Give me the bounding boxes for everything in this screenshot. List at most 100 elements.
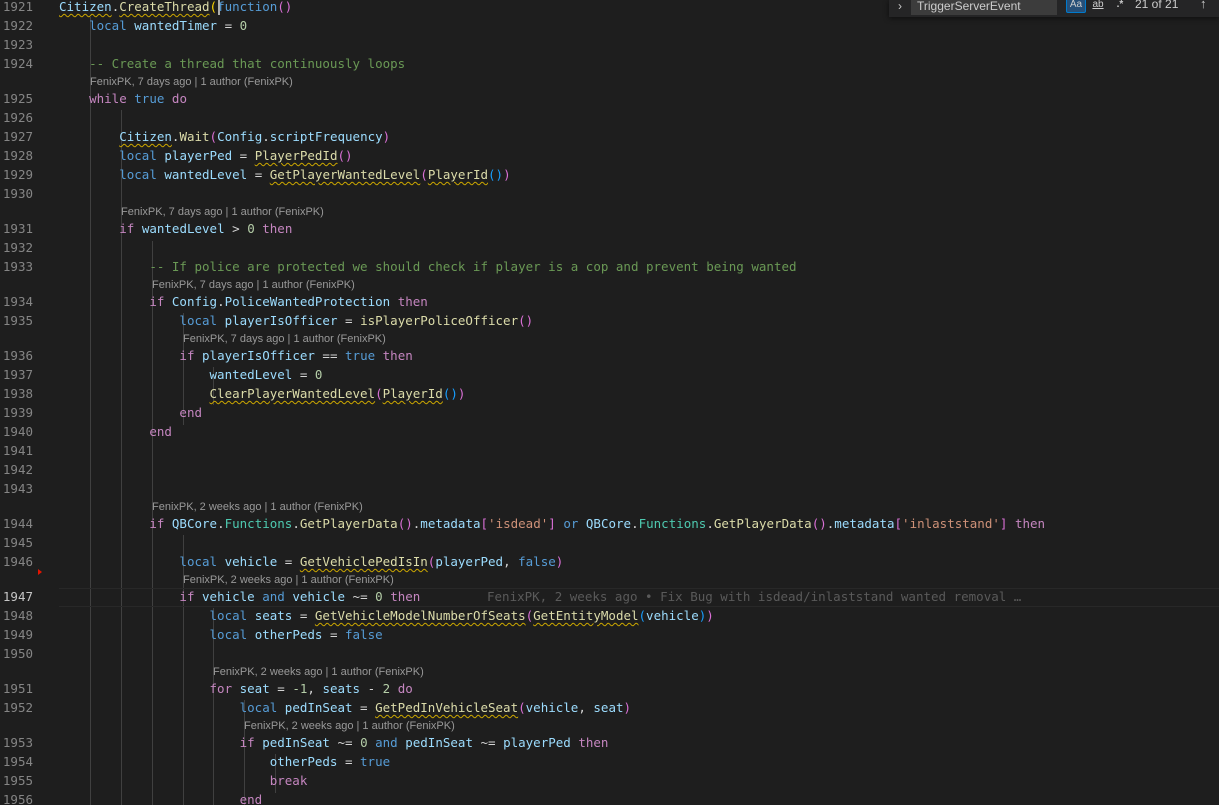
line-number[interactable]: 1952 <box>0 700 33 715</box>
code-token: GetPedInVehicleSeat <box>375 700 519 715</box>
code-token: local <box>239 700 278 715</box>
code-token: seat <box>239 681 270 696</box>
code-token: true <box>345 348 376 363</box>
line-number[interactable]: 1935 <box>0 313 33 328</box>
codelens-blame[interactable]: FenixPK, 7 days ago | 1 author (FenixPK) <box>183 333 386 345</box>
code-line[interactable]: otherPeds = true <box>59 754 390 769</box>
line-number[interactable]: 1936 <box>0 348 33 363</box>
code-line[interactable]: local wantedTimer = 0 <box>59 18 247 33</box>
code-line[interactable]: local pedInSeat = GetPedInVehicleSeat(ve… <box>59 700 631 715</box>
line-number[interactable]: 1933 <box>0 259 33 274</box>
code-token: local <box>119 167 157 182</box>
code-token: QBCore <box>585 516 632 531</box>
code-token: () <box>442 386 458 401</box>
code-token: () <box>811 516 827 531</box>
code-line[interactable]: local seats = GetVehicleModelNumberOfSea… <box>59 608 714 623</box>
code-token: if <box>149 294 165 309</box>
code-line[interactable]: end <box>59 405 202 420</box>
line-number[interactable]: 1941 <box>0 443 33 458</box>
code-line[interactable]: if playerIsOfficer == true then <box>59 348 412 363</box>
code-line[interactable]: local playerIsOfficer = isPlayerPoliceOf… <box>59 313 533 328</box>
line-number[interactable]: 1931 <box>0 221 33 236</box>
line-number[interactable]: 1938 <box>0 386 33 401</box>
line-number[interactable]: 1937 <box>0 367 33 382</box>
code-line[interactable]: if pedInSeat ~= 0 and pedInSeat ~= playe… <box>59 735 609 750</box>
line-number[interactable]: 1925 <box>0 91 33 106</box>
line-number[interactable]: 1945 <box>0 535 33 550</box>
code-line[interactable]: break <box>59 773 308 788</box>
code-line[interactable]: local vehicle = GetVehiclePedIsIn(player… <box>59 554 563 569</box>
line-number[interactable]: 1932 <box>0 240 33 255</box>
codelens-blame[interactable]: FenixPK, 2 weeks ago | 1 author (FenixPK… <box>244 720 455 732</box>
line-number[interactable]: 1928 <box>0 148 33 163</box>
line-number[interactable]: 1947 <box>0 589 33 604</box>
code-line[interactable]: if vehicle and vehicle ~= 0 then <box>59 589 420 604</box>
line-number[interactable]: 1943 <box>0 481 33 496</box>
line-number[interactable]: 1954 <box>0 754 33 769</box>
code-token: [ <box>894 516 903 531</box>
find-input[interactable] <box>911 0 1057 15</box>
line-number[interactable]: 1929 <box>0 167 33 182</box>
line-number[interactable]: 1930 <box>0 186 33 201</box>
code-line[interactable]: -- Create a thread that continuously loo… <box>59 56 405 71</box>
line-number[interactable]: 1956 <box>0 792 33 805</box>
code-editor[interactable]: 1921 Citizen.CreateThread(function() 1922 … <box>0 0 1219 805</box>
code-line[interactable]: if Config.PoliceWantedProtection then <box>59 294 428 309</box>
code-token: metadata <box>420 516 481 531</box>
line-number[interactable]: 1926 <box>0 110 33 125</box>
line-number[interactable]: 1944 <box>0 516 33 531</box>
code-line[interactable]: Citizen.Wait(Config.scriptFrequency) <box>59 129 390 144</box>
codelens-blame[interactable]: FenixPK, 7 days ago | 1 author (FenixPK) <box>121 206 324 218</box>
code-line[interactable]: if wantedLevel > 0 then <box>59 221 292 236</box>
code-line[interactable]: local playerPed = PlayerPedId() <box>59 148 352 163</box>
code-token: = <box>337 754 361 769</box>
code-token: playerPed <box>503 735 571 750</box>
line-number[interactable]: 1948 <box>0 608 33 623</box>
chevron-right-icon[interactable]: › <box>898 0 902 13</box>
code-token: seats <box>322 681 361 696</box>
code-line[interactable]: end <box>59 424 172 439</box>
line-number[interactable]: 1921 <box>0 0 33 14</box>
code-line[interactable]: -- If police are protected we should che… <box>59 259 796 274</box>
line-number[interactable]: 1940 <box>0 424 33 439</box>
codelens-blame[interactable]: FenixPK, 7 days ago | 1 author (FenixPK) <box>90 76 293 88</box>
codelens-blame[interactable]: FenixPK, 2 weeks ago | 1 author (FenixPK… <box>152 501 363 513</box>
codelens-blame[interactable]: FenixPK, 7 days ago | 1 author (FenixPK) <box>152 279 355 291</box>
line-number[interactable]: 1953 <box>0 735 33 750</box>
line-number[interactable]: 1924 <box>0 56 33 71</box>
code-line[interactable]: end <box>59 792 263 805</box>
code-line[interactable]: Citizen.CreateThread(function() <box>59 0 292 14</box>
code-token: = <box>232 148 255 163</box>
code-line[interactable]: ClearPlayerWantedLevel(PlayerId()) <box>59 386 466 401</box>
line-number[interactable]: 1934 <box>0 294 33 309</box>
line-number[interactable]: 1951 <box>0 681 33 696</box>
code-line[interactable]: while true do <box>59 91 187 106</box>
line-number[interactable]: 1923 <box>0 37 33 52</box>
code-token: () <box>488 167 504 182</box>
arrow-up-icon[interactable]: ↑ <box>1200 0 1207 11</box>
match-case-toggle[interactable]: Aa <box>1066 0 1086 13</box>
line-number[interactable]: 1946 <box>0 554 33 569</box>
regex-toggle[interactable]: .* <box>1110 0 1130 13</box>
codelens-blame[interactable]: FenixPK, 2 weeks ago | 1 author (FenixPK… <box>213 666 424 678</box>
whole-word-toggle[interactable]: ab <box>1088 0 1108 13</box>
line-number[interactable]: 1922 <box>0 18 33 33</box>
line-number[interactable]: 1950 <box>0 646 33 661</box>
line-number[interactable]: 1949 <box>0 627 33 642</box>
line-number[interactable]: 1927 <box>0 129 33 144</box>
code-token: Config <box>217 129 263 144</box>
line-number[interactable]: 1955 <box>0 773 33 788</box>
codelens-blame[interactable]: FenixPK, 2 weeks ago | 1 author (FenixPK… <box>183 574 394 586</box>
code-line[interactable]: wantedLevel = 0 <box>59 367 323 382</box>
code-line[interactable]: if QBCore.Functions.GetPlayerData().meta… <box>59 516 1045 531</box>
code-token: end <box>179 405 202 420</box>
line-number[interactable]: 1942 <box>0 462 33 477</box>
code-line[interactable]: local otherPeds = false <box>59 627 383 642</box>
line-number[interactable]: 1939 <box>0 405 33 420</box>
code-line[interactable]: local wantedLevel = GetPlayerWantedLevel… <box>59 167 510 182</box>
code-line[interactable]: for seat = -1, seats - 2 do <box>59 681 413 696</box>
